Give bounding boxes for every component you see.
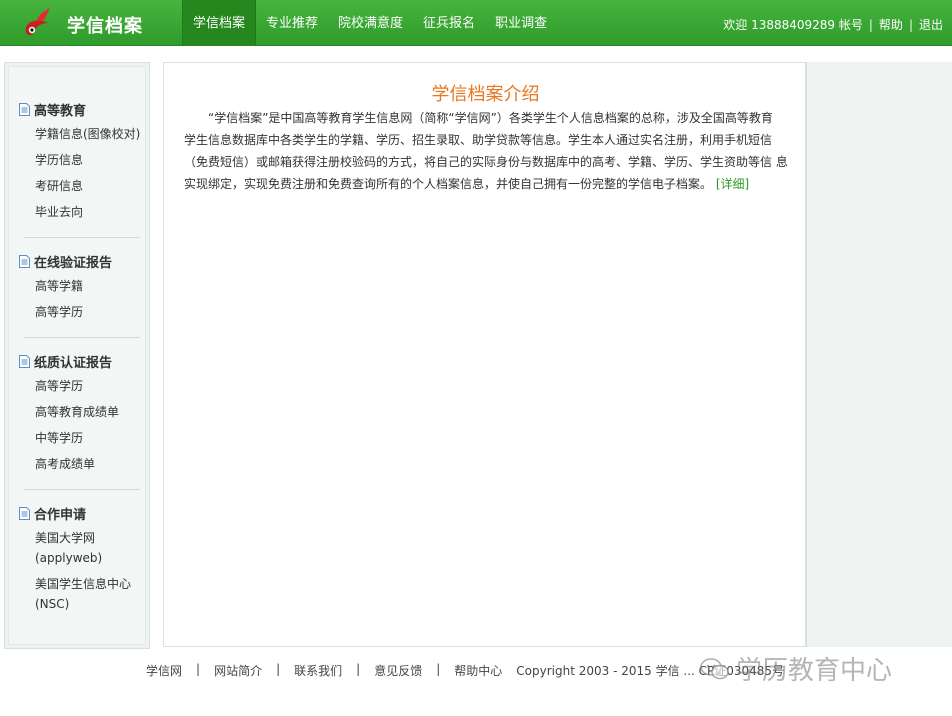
footer-link-chsi[interactable]: 学信网 bbox=[146, 662, 182, 679]
separator: | bbox=[356, 662, 361, 676]
sidebar-item-student-status[interactable]: 学籍信息(图像校对) bbox=[35, 124, 140, 144]
nav-item-enlistment[interactable]: 征兵报名 bbox=[413, 0, 485, 46]
sidebar-inner: 高等教育 学籍信息(图像校对) 学历信息 考研信息 毕业去向 在线验证报告 高等… bbox=[8, 66, 146, 645]
sidebar-divider bbox=[24, 489, 140, 490]
help-link[interactable]: 帮助 bbox=[879, 0, 903, 46]
sidebar-item-online-student-status[interactable]: 高等学籍 bbox=[35, 276, 83, 296]
footer: 学信网 | 网站简介 | 联系我们 | 意见反馈 | 帮助中心 Copyrigh… bbox=[146, 662, 784, 679]
sidebar-item-nsc[interactable]: 美国学生信息中心(NSC) bbox=[35, 574, 139, 614]
document-icon bbox=[19, 255, 30, 268]
right-panel bbox=[806, 62, 952, 647]
sidebar-item-gaokao-score[interactable]: 高考成绩单 bbox=[35, 454, 95, 474]
nav-item-career-survey[interactable]: 职业调查 bbox=[485, 0, 557, 46]
site-title[interactable]: 学信档案 bbox=[67, 12, 143, 38]
sidebar-divider bbox=[24, 237, 140, 238]
sidebar-item-degree-info[interactable]: 学历信息 bbox=[35, 150, 83, 170]
footer-link-contact[interactable]: 联系我们 bbox=[294, 662, 342, 679]
main-content: 学信档案介绍 “学信档案”是中国高等教育学生信息网（简称“学信网”）各类学生个人… bbox=[163, 62, 806, 647]
sidebar: 高等教育 学籍信息(图像校对) 学历信息 考研信息 毕业去向 在线验证报告 高等… bbox=[4, 62, 150, 649]
watermark: 学历教育中心 bbox=[700, 650, 892, 687]
detail-link[interactable]: [详细] bbox=[716, 177, 749, 191]
document-icon bbox=[19, 507, 30, 520]
nav-item-major-recommend[interactable]: 专业推荐 bbox=[256, 0, 328, 46]
footer-link-about[interactable]: 网站简介 bbox=[214, 662, 262, 679]
user-bar: 欢迎 13888409289 帐号 | 帮助 | 退出 bbox=[723, 0, 943, 46]
sidebar-item-applyweb[interactable]: 美国大学网(applyweb) bbox=[35, 528, 139, 568]
sidebar-divider bbox=[24, 337, 140, 338]
sidebar-heading-label: 合作申请 bbox=[34, 508, 87, 523]
sidebar-heading-label: 高等教育 bbox=[34, 104, 87, 119]
document-icon bbox=[19, 355, 30, 368]
separator: | bbox=[908, 18, 913, 32]
intro-body: “学信档案”是中国高等教育学生信息网（简称“学信网”）各类学生个人信息档案的总称… bbox=[184, 111, 788, 191]
footer-link-help[interactable]: 帮助中心 bbox=[454, 662, 502, 679]
logo-icon bbox=[25, 8, 50, 36]
document-icon bbox=[19, 103, 30, 116]
sidebar-item-postgrad-exam[interactable]: 考研信息 bbox=[35, 176, 83, 196]
separator: | bbox=[196, 662, 201, 676]
sidebar-heading-online-report: 在线验证报告 bbox=[19, 252, 112, 271]
separator: | bbox=[868, 18, 873, 32]
page-title: 学信档案介绍 bbox=[431, 84, 540, 105]
sidebar-item-graduate-destination[interactable]: 毕业去向 bbox=[35, 202, 83, 222]
wechat-icon bbox=[700, 657, 729, 679]
nav-item-xuexin-archive[interactable]: 学信档案 bbox=[182, 0, 257, 46]
welcome-text: 欢迎 13888409289 帐号 bbox=[723, 18, 863, 32]
sidebar-item-secondary-degree[interactable]: 中等学历 bbox=[35, 428, 83, 448]
footer-link-feedback[interactable]: 意见反馈 bbox=[374, 662, 422, 679]
separator: | bbox=[436, 662, 441, 676]
sidebar-heading-label: 在线验证报告 bbox=[34, 256, 113, 271]
sidebar-heading-label: 纸质认证报告 bbox=[34, 356, 113, 371]
intro-paragraph: “学信档案”是中国高等教育学生信息网（简称“学信网”）各类学生个人信息档案的总称… bbox=[184, 107, 788, 195]
sidebar-item-transcript[interactable]: 高等教育成绩单 bbox=[35, 402, 119, 422]
nav-item-school-satisfaction[interactable]: 院校满意度 bbox=[328, 0, 413, 46]
logout-link[interactable]: 退出 bbox=[919, 0, 943, 46]
main-nav: 学信档案 专业推荐 院校满意度 征兵报名 职业调查 bbox=[182, 0, 557, 46]
top-header: 学信档案 学信档案 专业推荐 院校满意度 征兵报名 职业调查 欢迎 138884… bbox=[0, 0, 952, 46]
sidebar-item-paper-degree[interactable]: 高等学历 bbox=[35, 376, 83, 396]
separator: | bbox=[276, 662, 281, 676]
sidebar-heading-paper-report: 纸质认证报告 bbox=[19, 352, 112, 371]
sidebar-heading-cooperation: 合作申请 bbox=[19, 504, 86, 523]
sidebar-heading-higher-education: 高等教育 bbox=[19, 100, 86, 119]
watermark-text: 学历教育中心 bbox=[736, 656, 893, 686]
sidebar-item-online-degree[interactable]: 高等学历 bbox=[35, 302, 83, 322]
